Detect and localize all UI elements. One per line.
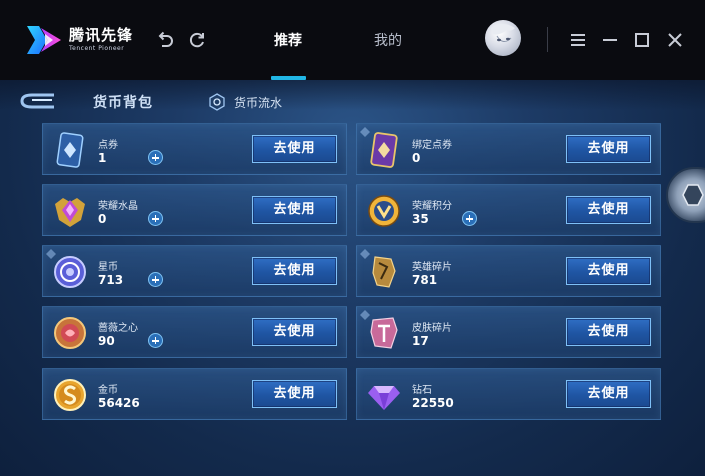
currency-value: 35 bbox=[412, 212, 429, 226]
currency-value: 0 bbox=[98, 212, 107, 226]
app-logo: 腾讯先锋 Tencent Pioneer bbox=[25, 22, 135, 58]
add-button[interactable] bbox=[148, 150, 163, 165]
currency-backpack-panel: 货币背包 货币流水 点券 1 去使用 绑定点券 0 去使用 荣耀水晶 0 去使用… bbox=[0, 80, 705, 476]
page-title: 货币背包 bbox=[93, 95, 153, 111]
currency-name: 荣耀积分 bbox=[412, 201, 452, 212]
currency-name: 英雄碎片 bbox=[412, 262, 452, 273]
currency-value: 0 bbox=[412, 151, 421, 165]
use-button[interactable]: 去使用 bbox=[566, 196, 651, 224]
ledger-icon bbox=[209, 93, 225, 111]
gold-coin-icon bbox=[54, 379, 86, 411]
diamond-icon bbox=[368, 386, 400, 410]
back-arrow-icon[interactable] bbox=[18, 91, 58, 111]
coupon-card-icon bbox=[56, 132, 84, 168]
add-button[interactable] bbox=[148, 333, 163, 348]
currency-name: 皮肤碎片 bbox=[412, 323, 452, 334]
currency-card-coupon: 点券 1 去使用 bbox=[42, 123, 347, 175]
currency-value: 90 bbox=[98, 334, 115, 348]
tab-mine[interactable]: 我的 bbox=[374, 30, 402, 50]
undo-icon[interactable] bbox=[155, 30, 175, 50]
currency-card-gold-coin: 金币 56426 去使用 bbox=[42, 368, 347, 420]
currency-value: 56426 bbox=[98, 396, 140, 410]
use-button[interactable]: 去使用 bbox=[252, 196, 337, 224]
currency-card-bound-coupon: 绑定点券 0 去使用 bbox=[356, 123, 661, 175]
use-button[interactable]: 去使用 bbox=[252, 257, 337, 285]
use-button[interactable]: 去使用 bbox=[566, 257, 651, 285]
currency-card-hero-shard: 英雄碎片 781 去使用 bbox=[356, 245, 661, 297]
use-button[interactable]: 去使用 bbox=[252, 135, 337, 163]
currency-name: 荣耀水晶 bbox=[98, 201, 138, 212]
refresh-icon[interactable] bbox=[187, 30, 207, 50]
menu-icon[interactable] bbox=[568, 30, 588, 50]
add-button[interactable] bbox=[148, 272, 163, 287]
add-button[interactable] bbox=[462, 211, 477, 226]
title-divider bbox=[547, 27, 548, 52]
currency-card-rose-heart: 蔷薇之心 90 去使用 bbox=[42, 306, 347, 358]
currency-name: 绑定点券 bbox=[412, 140, 452, 151]
user-avatar[interactable] bbox=[485, 20, 521, 56]
tab-recommend[interactable]: 推荐 bbox=[274, 30, 302, 50]
minimize-icon[interactable] bbox=[600, 30, 620, 50]
currency-flow-link[interactable]: 货币流水 bbox=[208, 93, 282, 111]
glory-crystal-icon bbox=[55, 198, 85, 227]
use-button[interactable]: 去使用 bbox=[252, 318, 337, 346]
logo-title: 腾讯先锋 bbox=[69, 26, 134, 44]
side-float-handle[interactable] bbox=[666, 167, 705, 223]
pioneer-logo-icon bbox=[27, 26, 61, 54]
maximize-icon[interactable] bbox=[632, 30, 652, 50]
currency-value: 1 bbox=[98, 151, 107, 165]
glory-points-icon bbox=[368, 195, 400, 227]
currency-name: 点券 bbox=[98, 140, 118, 151]
rose-heart-icon bbox=[54, 317, 86, 349]
close-icon[interactable] bbox=[665, 30, 685, 50]
currency-name: 蔷薇之心 bbox=[98, 323, 138, 334]
logo-subtitle: Tencent Pioneer bbox=[69, 45, 125, 52]
currency-flow-label: 货币流水 bbox=[234, 95, 283, 110]
currency-name: 钻石 bbox=[412, 385, 432, 396]
currency-name: 金币 bbox=[98, 385, 118, 396]
use-button[interactable]: 去使用 bbox=[566, 380, 651, 408]
currency-card-star-coin: 星币 713 去使用 bbox=[42, 245, 347, 297]
avatar-image-icon bbox=[491, 24, 515, 42]
currency-value: 17 bbox=[412, 334, 429, 348]
use-button[interactable]: 去使用 bbox=[566, 318, 651, 346]
hexagon-icon bbox=[682, 184, 704, 206]
currency-card-glory-points: 荣耀积分 35 去使用 bbox=[356, 184, 661, 236]
bound-coupon-card-icon bbox=[370, 132, 398, 168]
skin-shard-icon bbox=[370, 317, 398, 349]
currency-value: 713 bbox=[98, 273, 124, 287]
title-bar: 腾讯先锋 Tencent Pioneer 推荐 我的 bbox=[0, 0, 705, 80]
hero-shard-icon bbox=[372, 256, 396, 288]
currency-card-diamond: 钻石 22550 去使用 bbox=[356, 368, 661, 420]
use-button[interactable]: 去使用 bbox=[252, 380, 337, 408]
use-button[interactable]: 去使用 bbox=[566, 135, 651, 163]
currency-value: 22550 bbox=[412, 396, 454, 410]
currency-card-skin-shard: 皮肤碎片 17 去使用 bbox=[356, 306, 661, 358]
currency-name: 星币 bbox=[98, 262, 118, 273]
currency-card-glory-crystal: 荣耀水晶 0 去使用 bbox=[42, 184, 347, 236]
star-coin-icon bbox=[54, 256, 86, 288]
add-button[interactable] bbox=[148, 211, 163, 226]
currency-value: 781 bbox=[412, 273, 438, 287]
